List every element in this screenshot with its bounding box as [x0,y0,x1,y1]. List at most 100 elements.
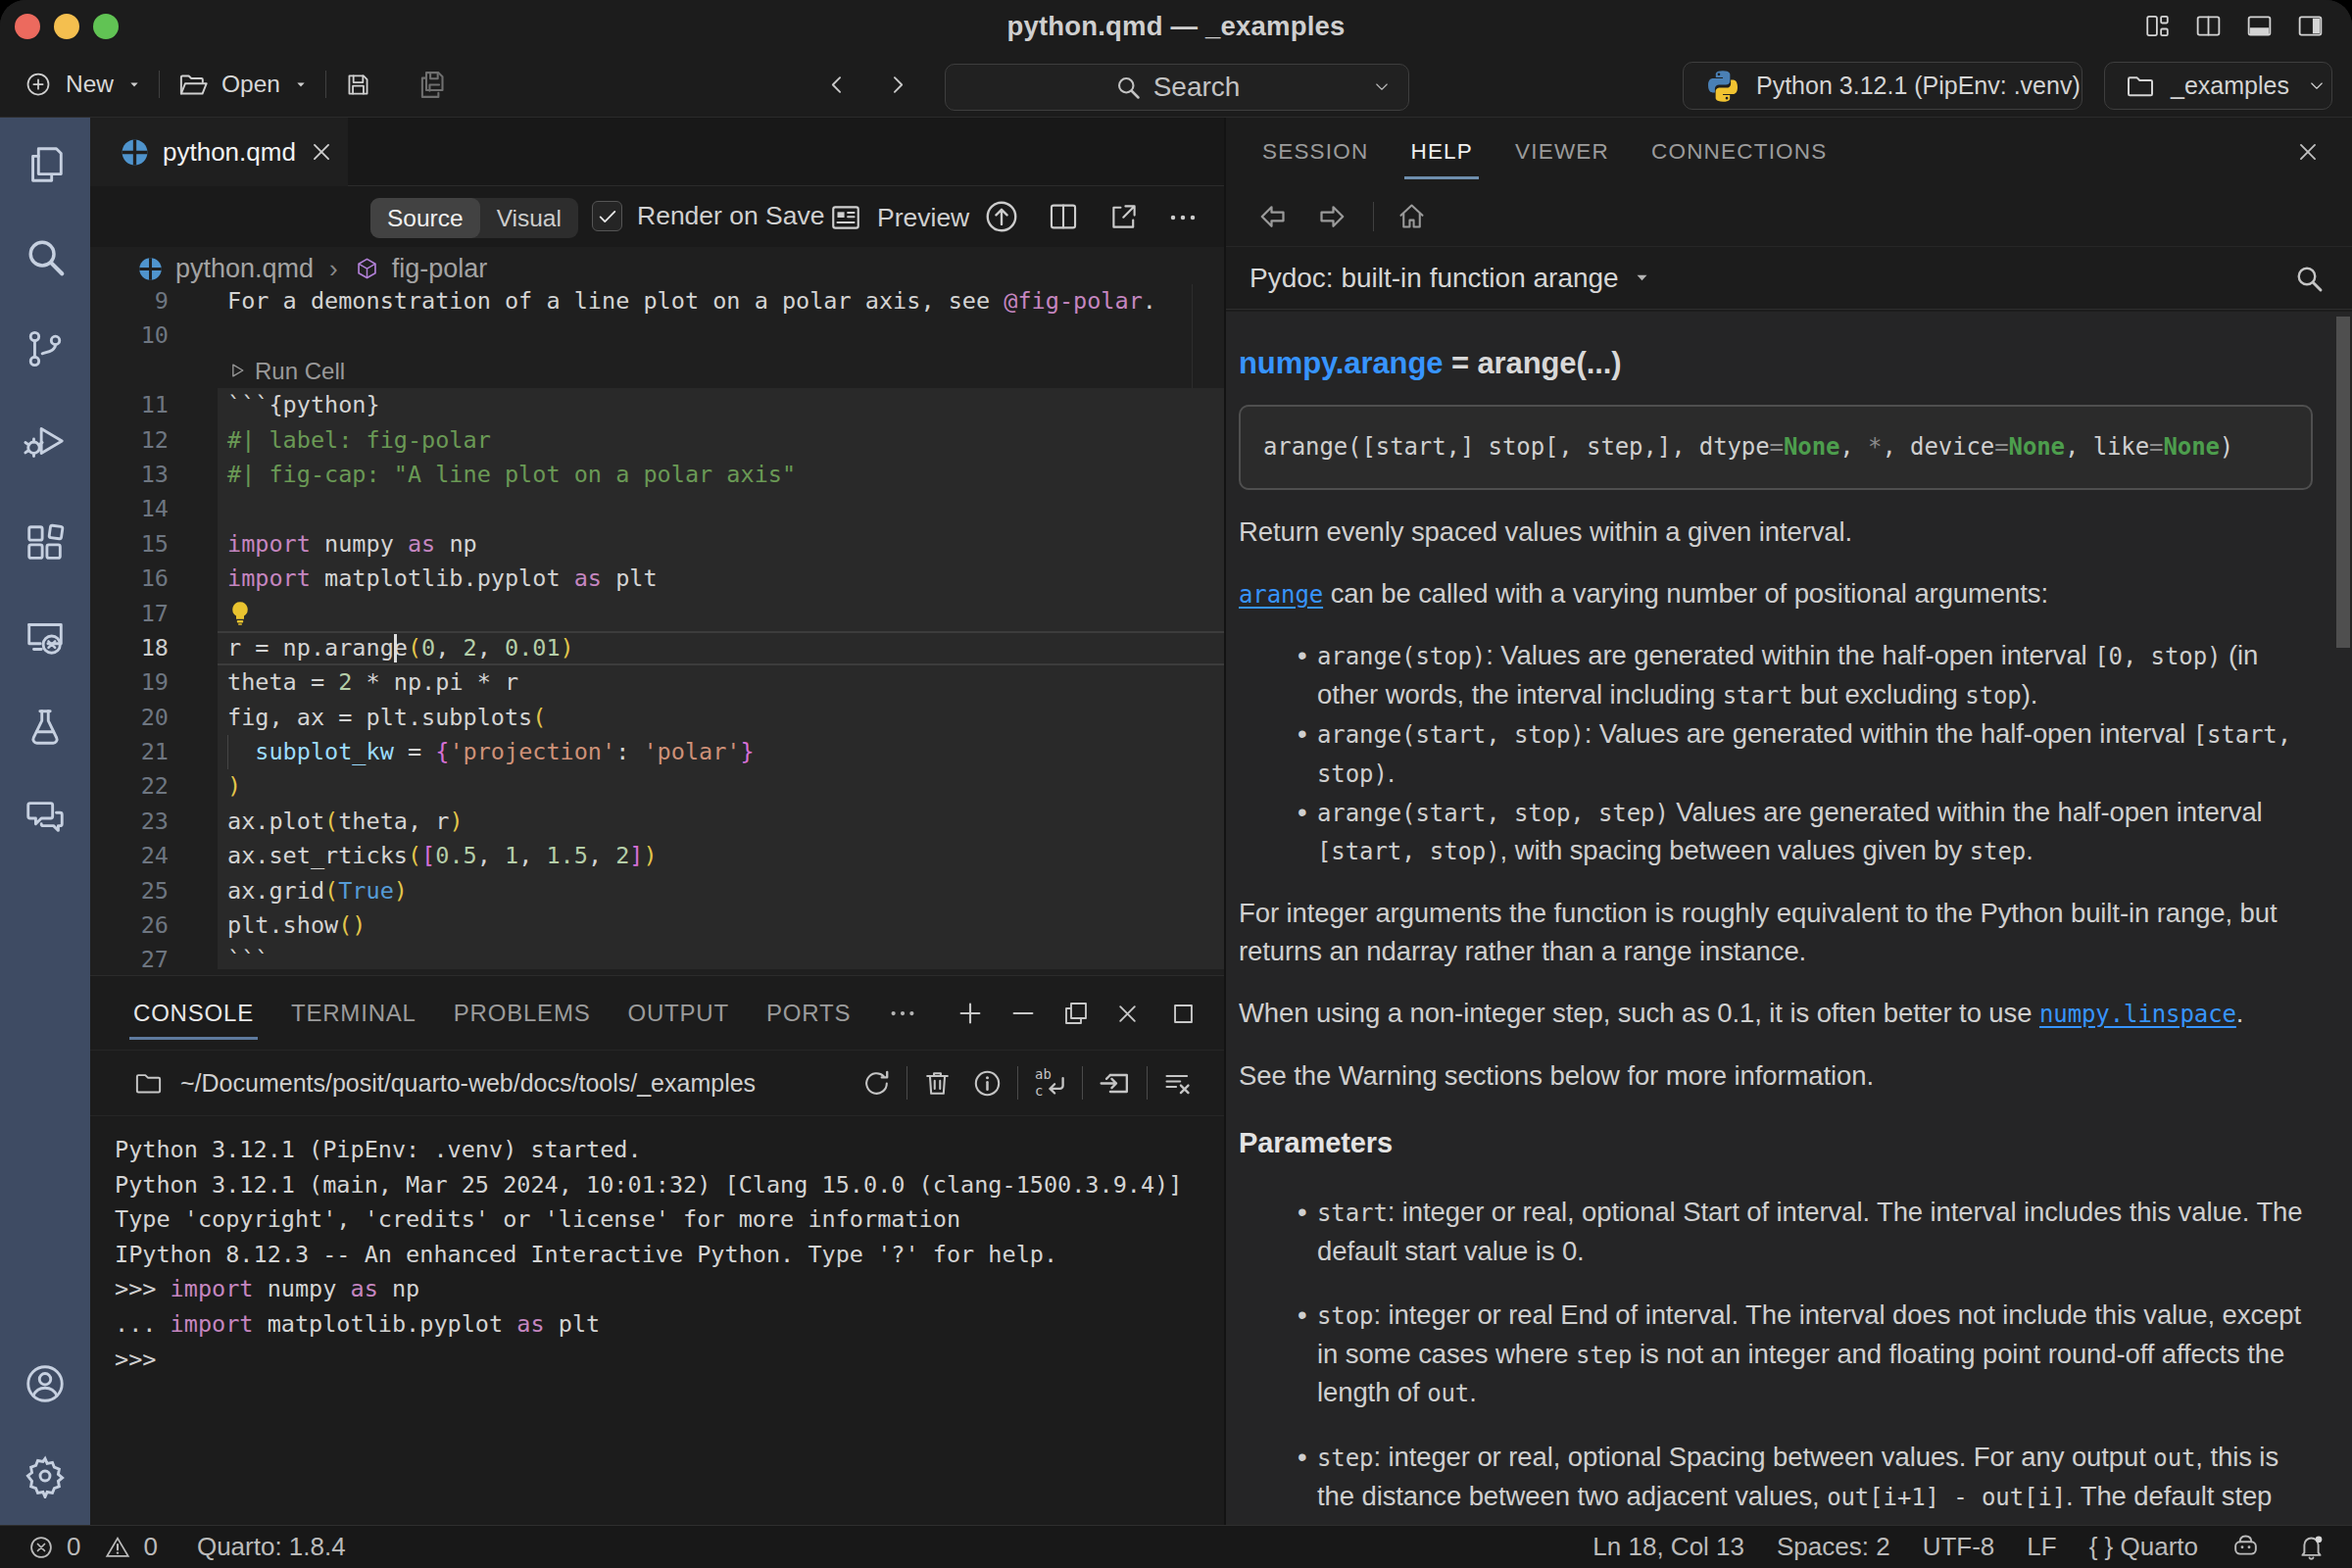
render-document-icon[interactable] [983,198,1020,235]
tab-python-qmd[interactable]: python.qmd [90,118,348,186]
help-paragraph: arange can be called with a varying numb… [1239,575,2313,614]
activity-item-comments[interactable] [0,772,90,862]
notifications-bell-icon[interactable] [2296,1532,2327,1562]
activity-item-testing[interactable] [0,682,90,772]
close-sidebar-icon[interactable] [2295,139,2321,165]
panel-tab-problems[interactable]: PROBLEMS [454,976,591,1051]
sidebar-tab-connections[interactable]: CONNECTIONS [1651,118,1827,186]
minimize-panel-icon[interactable] [1008,999,1038,1028]
help-link[interactable]: arange [1239,581,1323,609]
activity-item-source-control[interactable] [0,304,90,394]
preview-button[interactable]: Preview [829,201,969,234]
activity-item-search[interactable] [0,212,90,302]
open-button[interactable]: Open [177,70,308,100]
activity-item-account[interactable] [0,1339,90,1429]
maximize-panel-icon[interactable] [1170,1001,1197,1027]
working-directory-path[interactable]: ~/Documents/posit/quarto-web/docs/tools/… [180,1069,756,1098]
eol-setting[interactable]: LF [2027,1532,2056,1562]
language-mode[interactable]: { } Quarto [2089,1532,2198,1562]
save-all-icon[interactable] [416,69,448,101]
minimize-window-button[interactable] [54,14,79,39]
warnings-count[interactable]: 0 [143,1532,157,1562]
sidebar-tab-help[interactable]: HELP [1410,118,1473,186]
global-search-input[interactable]: Search [945,64,1409,111]
new-button[interactable]: New [24,71,141,98]
clear-console-icon[interactable] [1161,1067,1194,1100]
help-forward-icon[interactable] [1314,199,1349,234]
errors-icon[interactable] [27,1534,55,1561]
activity-item-remote-explorer[interactable] [0,592,90,682]
zoom-window-button[interactable] [93,14,119,39]
activity-item-settings-gear[interactable] [0,1431,90,1521]
token: as [574,564,602,592]
help-topic-title[interactable]: Pydoc: built-in function arange [1250,263,1619,294]
restart-console-icon[interactable] [860,1067,893,1100]
quarto-version[interactable]: Quarto: 1.8.4 [197,1532,346,1562]
panel-tab-terminal[interactable]: TERMINAL [291,976,416,1051]
help-content[interactable]: numpy.arange = arange(...)arange([start,… [1226,312,2352,1525]
console-output[interactable]: Python 3.12.1 (PipEnv: .venv) started.Py… [115,1133,1182,1377]
help-list: arange(stop): Values are generated withi… [1239,637,2313,871]
save-icon[interactable] [344,71,372,99]
code-editor[interactable]: 9 For a demonstration of a line plot on … [90,284,1224,969]
preview-icon [829,201,862,234]
token: import [227,530,311,558]
close-panel-icon[interactable] [1114,1001,1141,1027]
split-editor-layout-icon[interactable] [2194,12,2223,40]
copilot-icon[interactable] [2230,1532,2261,1562]
inline-code: , like [2065,428,2149,466]
errors-count[interactable]: 0 [67,1532,80,1562]
help-home-icon[interactable] [1396,200,1428,232]
toggle-panel-icon[interactable] [2245,12,2274,40]
console-line: >>> [115,1343,1182,1378]
close-tab-icon[interactable] [309,139,334,165]
breadcrumb-file[interactable]: python.qmd [175,254,314,284]
run-cell-button[interactable]: Run Cell [227,354,1224,388]
panel-tab-console[interactable]: CONSOLE [133,976,254,1051]
source-mode-button[interactable]: Source [370,198,480,238]
breadcrumb-symbol[interactable]: fig-polar [392,254,488,284]
encoding-setting[interactable]: UTF-8 [1923,1532,1995,1562]
help-link[interactable]: numpy.arange [1239,346,1443,380]
interpreter-selector[interactable]: Python 3.12.1 (PipEnv: .venv) [1683,62,2082,110]
more-actions-icon[interactable] [1167,202,1199,233]
render-on-save-checkbox[interactable] [592,201,622,231]
help-search-icon[interactable] [2293,263,2325,294]
help-link[interactable]: numpy.linspace [2039,1001,2236,1028]
warnings-icon[interactable] [104,1534,131,1561]
custom-layout-icon[interactable] [2143,12,2172,40]
panel-tab-ports[interactable]: PORTS [766,976,851,1051]
indentation-setting[interactable]: Spaces: 2 [1777,1532,1890,1562]
cursor-position[interactable]: Ln 18, Col 13 [1592,1532,1744,1562]
help-list-item: arange(stop): Values are generated withi… [1239,637,2313,715]
activity-item-run-debug[interactable] [0,396,90,486]
delete-console-icon[interactable] [921,1067,954,1100]
help-back-icon[interactable] [1255,199,1291,234]
lightbulb-icon[interactable] [225,599,255,628]
activity-item-explorer[interactable] [0,120,90,210]
visual-mode-button[interactable]: Visual [480,198,578,238]
traffic-lights [15,14,119,39]
toggle-word-wrap-icon[interactable]: abc [1032,1065,1068,1102]
sidebar-tab-session[interactable]: SESSION [1262,118,1368,186]
split-editor-icon[interactable] [1047,200,1080,233]
open-in-new-window-icon[interactable] [1107,200,1141,233]
navigate-forward-icon[interactable] [885,73,909,97]
render-on-save-option[interactable]: Render on Save [592,201,825,231]
token: 1 [505,842,518,869]
move-to-editor-icon[interactable] [1097,1065,1133,1102]
navigate-back-icon[interactable] [825,73,850,97]
line-number: 18 [90,631,218,665]
new-console-icon[interactable] [956,999,985,1028]
workspace-selector[interactable]: _examples [2104,62,2332,110]
line-number: 26 [90,908,218,943]
toggle-right-sidebar-icon[interactable] [2296,12,2325,40]
panel-more-tabs-icon[interactable] [888,976,917,1051]
help-scrollbar[interactable] [2336,317,2350,648]
close-window-button[interactable] [15,14,40,39]
activity-item-extensions[interactable] [0,498,90,588]
panel-tab-output[interactable]: OUTPUT [628,976,729,1051]
restore-panel-icon[interactable] [1061,999,1091,1028]
console-info-icon[interactable] [971,1067,1004,1100]
sidebar-tab-viewer[interactable]: VIEWER [1515,118,1609,186]
